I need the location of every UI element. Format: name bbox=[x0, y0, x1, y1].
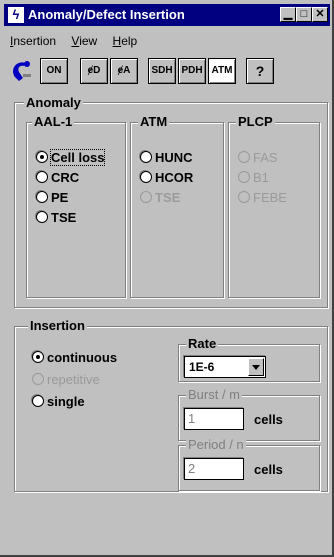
burst-input: 1 bbox=[184, 408, 244, 430]
close-icon: ✕ bbox=[315, 8, 325, 20]
window-title: Anomaly/Defect Insertion bbox=[28, 7, 185, 22]
period-input: 2 bbox=[184, 458, 244, 480]
period-label: Period / n bbox=[186, 437, 246, 452]
radio-tse-aal1[interactable]: TSE bbox=[36, 210, 76, 226]
radio-dot bbox=[32, 351, 44, 363]
radio-cell-loss[interactable]: Cell loss bbox=[36, 149, 106, 166]
period-unit: cells bbox=[254, 462, 283, 477]
minimize-icon: ▁ bbox=[283, 8, 293, 20]
radio-dot bbox=[36, 171, 48, 183]
atm-button[interactable]: ATM bbox=[208, 58, 236, 84]
rate-value: 1E-6 bbox=[189, 360, 215, 374]
radio-dot bbox=[140, 191, 152, 203]
menu-insertion[interactable]: Insertion bbox=[10, 34, 56, 48]
burst-unit: cells bbox=[254, 412, 283, 427]
radio-tse-atm: TSE bbox=[140, 190, 180, 206]
radio-hcor[interactable]: HCOR bbox=[140, 170, 193, 186]
radio-dot bbox=[238, 171, 250, 183]
atm-label: ATM bbox=[138, 114, 170, 129]
menu-help[interactable]: Help bbox=[113, 34, 138, 48]
radio-pe[interactable]: PE bbox=[36, 190, 68, 206]
radio-dot bbox=[36, 191, 48, 203]
defect-insert-button[interactable]: ɇD bbox=[80, 58, 108, 84]
radio-hunc[interactable]: HUNC bbox=[140, 150, 193, 166]
radio-febe: FEBE bbox=[238, 190, 287, 206]
title-bar[interactable]: ϟ Anomaly/Defect Insertion ▁ □ ✕ bbox=[4, 4, 330, 26]
lightning-icon: ϟ bbox=[8, 7, 24, 23]
atm-group bbox=[130, 122, 224, 298]
radio-dot bbox=[36, 151, 48, 163]
radio-crc[interactable]: CRC bbox=[36, 170, 79, 186]
burst-label: Burst / m bbox=[186, 387, 243, 402]
sdh-button[interactable]: SDH bbox=[148, 58, 176, 84]
anomaly-insert-button[interactable]: ɇA bbox=[110, 58, 138, 84]
radio-dot bbox=[36, 211, 48, 223]
maximize-button[interactable]: □ bbox=[296, 7, 312, 22]
on-button[interactable]: ON bbox=[40, 58, 68, 84]
radio-dot bbox=[32, 395, 44, 407]
maximize-icon: □ bbox=[300, 8, 308, 20]
plcp-label: PLCP bbox=[236, 114, 275, 129]
menu-bar: Insertion View Help bbox=[10, 34, 149, 52]
radio-b1: B1 bbox=[238, 170, 269, 186]
rate-dropdown[interactable]: 1E-6 bbox=[184, 356, 266, 378]
plcp-group bbox=[228, 122, 320, 298]
radio-continuous[interactable]: continuous bbox=[32, 350, 117, 366]
insertion-label: Insertion bbox=[28, 318, 87, 333]
radio-dot bbox=[140, 171, 152, 183]
aal1-label: AAL-1 bbox=[32, 114, 75, 129]
radio-dot bbox=[238, 151, 250, 163]
minimize-button[interactable]: ▁ bbox=[280, 7, 296, 22]
help-button[interactable]: ? bbox=[246, 58, 274, 84]
anomaly-label: Anomaly bbox=[24, 95, 83, 110]
radio-fas: FAS bbox=[238, 150, 278, 166]
menu-view[interactable]: View bbox=[71, 34, 97, 48]
close-button[interactable]: ✕ bbox=[312, 7, 328, 22]
radio-dot bbox=[140, 151, 152, 163]
chevron-down-icon[interactable] bbox=[248, 358, 264, 376]
rate-label: Rate bbox=[186, 336, 219, 351]
radio-dot bbox=[238, 191, 250, 203]
radio-dot bbox=[32, 373, 44, 385]
radio-single[interactable]: single bbox=[32, 394, 85, 410]
tool-icon[interactable] bbox=[10, 58, 34, 84]
main-window: ϟ Anomaly/Defect Insertion ▁ □ ✕ Inserti… bbox=[0, 0, 334, 557]
radio-repetitive: repetitive bbox=[32, 372, 100, 388]
pdh-button[interactable]: PDH bbox=[178, 58, 206, 84]
